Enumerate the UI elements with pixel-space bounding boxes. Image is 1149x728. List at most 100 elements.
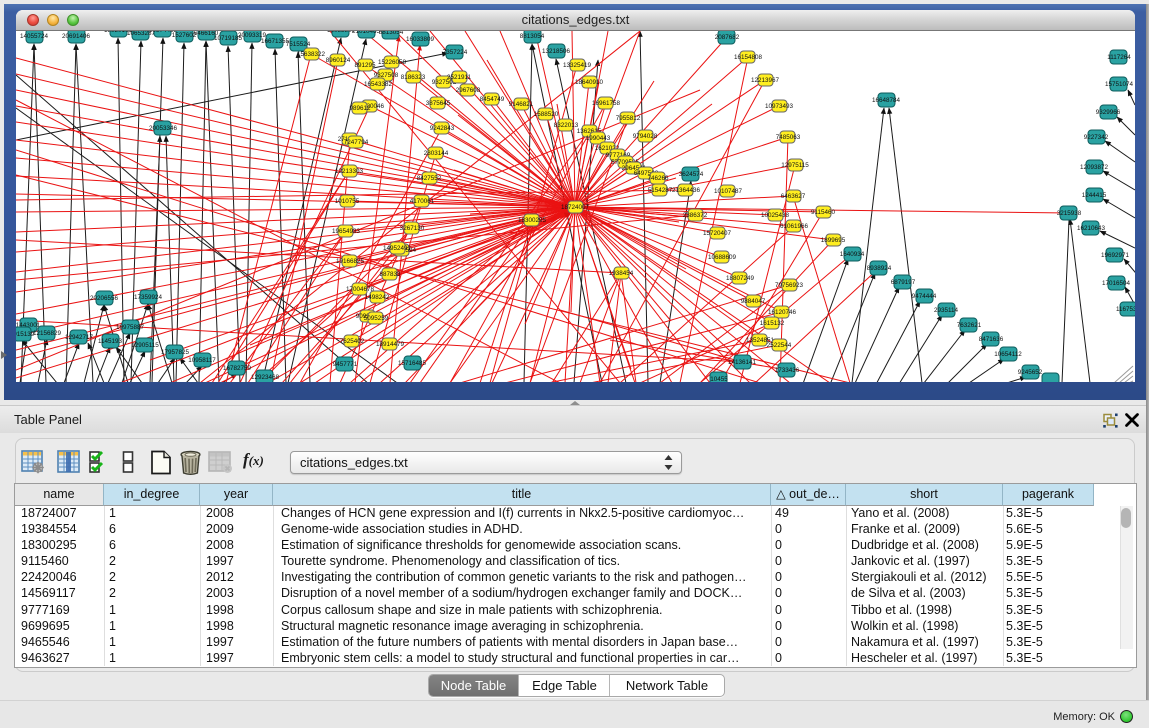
svg-text:6463627: 6463627 [781,193,806,200]
svg-text:8938924: 8938924 [867,265,892,272]
svg-text:16961758: 16961758 [592,100,621,107]
svg-text:9457771: 9457771 [333,361,358,368]
svg-text:61061966: 61061966 [780,223,809,230]
svg-text:1010755: 1010755 [335,198,360,205]
svg-text:16648784: 16648784 [872,97,901,104]
svg-text:20053346: 20053346 [149,125,178,132]
svg-text:1588520: 1588520 [534,111,559,118]
svg-text:14055724: 14055724 [20,33,49,40]
svg-text:10455: 10455 [710,376,728,382]
svg-text:5154287: 5154287 [648,187,673,194]
svg-text:9242843: 9242843 [430,125,455,132]
svg-text:12905115: 12905115 [131,342,159,349]
svg-text:79756923: 79756923 [775,282,804,289]
svg-text:12156829: 12156829 [33,330,62,337]
svg-text:9227342: 9227342 [1084,134,1109,141]
svg-text:1498242: 1498242 [365,294,390,301]
svg-text:7632621: 7632621 [957,322,982,329]
svg-text:10025438: 10025438 [761,212,790,219]
svg-text:1145193: 1145193 [98,338,123,345]
svg-text:19975887: 19975887 [116,324,145,331]
svg-text:10654112: 10654112 [994,351,1022,358]
svg-text:2521911: 2521911 [447,74,472,81]
svg-text:9329966: 9329966 [1096,109,1121,116]
svg-text:9146821: 9146821 [509,101,534,108]
svg-text:20206556: 20206556 [90,295,119,302]
svg-text:16154808: 16154808 [734,54,763,61]
svg-text:8813054: 8813054 [520,33,545,40]
svg-text:15226058: 15226058 [378,59,407,66]
svg-text:3215938: 3215938 [1057,210,1082,217]
svg-text:19654933: 19654933 [332,228,361,235]
svg-text:18807249: 18807249 [726,275,755,282]
svg-text:21364436: 21364436 [672,187,701,194]
svg-text:13218506: 13218506 [542,48,571,55]
svg-text:19166825: 19166825 [336,258,365,265]
svg-text:1117264: 1117264 [1107,54,1131,61]
svg-text:989612: 989612 [349,105,371,112]
svg-text:16782759: 16782759 [223,365,252,372]
svg-text:7515524: 7515524 [286,41,311,48]
svg-text:2386372: 2386372 [683,212,708,219]
svg-text:10958117: 10958117 [188,357,216,364]
svg-text:9115460: 9115460 [811,209,836,216]
svg-text:9474444: 9474444 [912,293,937,300]
svg-text:746266: 746266 [647,175,669,182]
svg-text:2967608: 2967608 [456,87,481,94]
svg-text:2522544: 2522544 [767,342,792,349]
svg-text:7625402: 7625402 [340,338,365,345]
svg-text:7357224: 7357224 [443,49,468,56]
svg-text:8322013: 8322013 [554,122,579,129]
svg-text:8960124: 8960124 [326,57,351,64]
svg-text:18914479: 18914479 [376,341,405,348]
svg-text:9884047: 9884047 [741,298,766,305]
svg-text:12942717: 12942717 [65,334,94,341]
svg-text:15751074: 15751074 [1105,81,1134,88]
svg-text:16543382: 16543382 [364,81,393,88]
svg-text:16033809: 16033809 [406,36,435,43]
svg-text:18300295: 18300295 [518,217,547,224]
svg-text:18724007: 18724007 [561,204,590,211]
svg-text:1938454: 1938454 [609,270,634,277]
svg-text:7485063: 7485063 [776,134,801,141]
svg-text:1733436: 1733436 [775,367,800,374]
svg-text:5095259: 5095259 [364,315,389,322]
svg-text:1640934: 1640934 [840,251,865,258]
svg-text:12213967: 12213967 [751,77,780,84]
svg-text:14952491: 14952491 [383,245,412,252]
svg-text:8427552: 8427552 [417,175,442,182]
svg-text:9794028: 9794028 [633,133,658,140]
svg-text:12093872: 12093872 [1080,164,1109,171]
svg-text:13325419: 13325419 [563,62,592,69]
svg-text:8186323: 8186323 [401,74,426,81]
svg-text:8454749: 8454749 [480,96,505,103]
svg-text:12923468: 12923468 [251,374,280,381]
svg-text:15720407: 15720407 [703,230,732,237]
svg-text:18640910: 18640910 [575,79,604,86]
svg-text:3267130: 3267130 [400,225,425,232]
svg-text:1899695: 1899695 [821,237,846,244]
svg-text:6879197: 6879197 [891,279,916,286]
svg-text:19692971: 19692971 [1101,252,1130,259]
svg-text:3624574: 3624574 [679,171,704,178]
svg-text:16210643: 16210643 [1077,225,1106,232]
svg-text:887833: 887833 [379,271,401,278]
svg-text:1990443: 1990443 [586,135,611,142]
svg-text:17016504: 17016504 [1102,280,1131,287]
svg-text:14136141: 14136141 [728,359,757,366]
svg-text:10973493: 10973493 [765,103,794,110]
svg-text:10688609: 10688609 [708,254,737,261]
svg-text:2803144: 2803144 [424,150,449,157]
svg-text:2087682: 2087682 [715,34,740,41]
svg-text:891295: 891295 [354,62,376,69]
svg-text:12975115: 12975115 [781,162,809,169]
svg-text:4170061: 4170061 [410,198,435,205]
svg-text:17359924: 17359924 [134,294,163,301]
svg-text:1615132: 1615132 [760,320,785,327]
svg-text:2935114: 2935114 [934,307,959,314]
svg-text:15638322: 15638322 [297,51,326,58]
svg-text:12213303: 12213303 [335,168,364,175]
svg-text:17957825: 17957825 [161,349,190,356]
svg-text:21010465: 21010465 [352,31,381,35]
svg-text:1167533: 1167533 [1116,306,1135,313]
